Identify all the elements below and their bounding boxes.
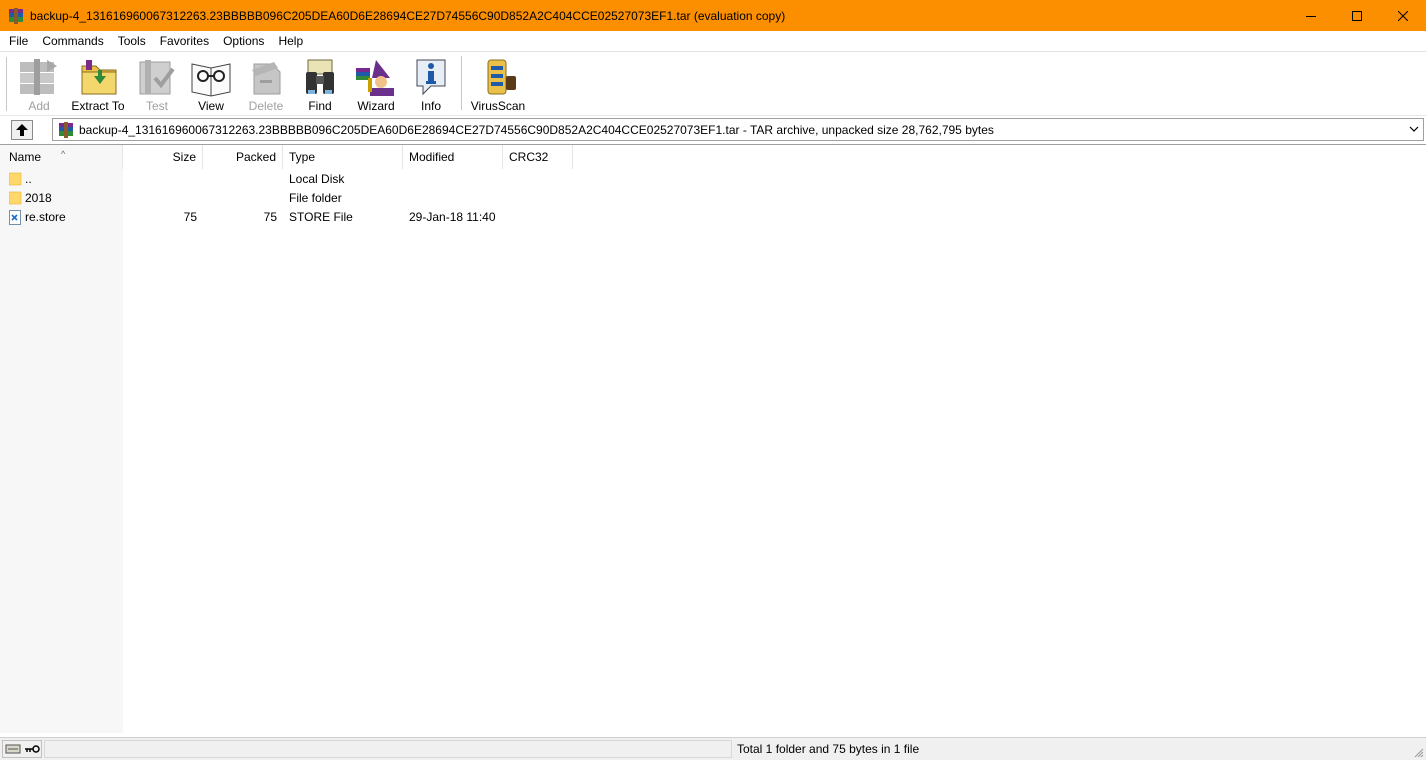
info-button[interactable]: Info <box>408 52 454 114</box>
key-icon[interactable] <box>24 743 40 755</box>
item-modified: 29-Jan-18 11:40 <box>409 210 496 224</box>
chevron-down-icon[interactable] <box>1409 124 1419 134</box>
window-title: backup-4_131616960067312263.23BBBBB096C2… <box>30 8 786 23</box>
wizard-label: Wizard <box>357 99 395 113</box>
item-packed <box>203 170 277 189</box>
column-header-modified[interactable]: Modified <box>403 145 503 169</box>
menu-favorites[interactable]: Favorites <box>153 31 216 51</box>
menu-options[interactable]: Options <box>216 31 271 51</box>
column-header-modified-label: Modified <box>409 150 455 164</box>
minimize-icon <box>1306 15 1316 17</box>
name-column-background <box>0 145 123 733</box>
sort-ascending-icon: ^ <box>61 149 66 159</box>
add-button[interactable]: Add <box>16 52 62 114</box>
column-header-name[interactable]: Name ^ <box>3 145 123 169</box>
column-header-crc32-label: CRC32 <box>509 150 549 164</box>
toolbar-separator <box>461 56 462 110</box>
column-header-size-label: Size <box>172 150 196 164</box>
menu-file[interactable]: File <box>2 31 35 51</box>
minimize-button[interactable] <box>1288 0 1334 31</box>
list-header: Name ^ Size Packed Type Modified CRC32 <box>0 145 1426 169</box>
folder-icon <box>9 191 22 205</box>
info-label: Info <box>420 99 441 113</box>
list-item[interactable]: re.store 75 75 STORE File 29-Jan-18 11:4… <box>0 208 1426 227</box>
column-header-size[interactable]: Size <box>123 145 203 169</box>
item-size <box>123 170 197 189</box>
item-type: Local Disk <box>289 172 345 186</box>
list-item[interactable]: 2018 File folder <box>0 189 1426 208</box>
menu-commands[interactable]: Commands <box>35 31 110 51</box>
extract-to-label: Extract To <box>71 99 125 113</box>
delete-icon <box>244 56 288 98</box>
toolbar: Add Extract To Test View Delete Find Wiz… <box>0 51 1426 115</box>
add-icon <box>17 56 61 98</box>
item-size <box>123 189 197 208</box>
find-icon <box>298 56 342 98</box>
toolbar-grip[interactable] <box>6 57 9 111</box>
resize-grip-icon[interactable] <box>1414 748 1424 758</box>
virusscan-button[interactable]: VirusScan <box>470 52 526 114</box>
file-list[interactable]: Name ^ Size Packed Type Modified CRC32 .… <box>0 144 1426 734</box>
find-label: Find <box>308 99 332 113</box>
column-header-crc32[interactable]: CRC32 <box>503 145 573 169</box>
delete-label: Delete <box>248 99 284 113</box>
status-bar: Total 1 folder and 75 bytes in 1 file <box>0 737 1426 760</box>
delete-button[interactable]: Delete <box>243 52 289 114</box>
find-button[interactable]: Find <box>297 52 343 114</box>
title-bar[interactable]: backup-4_131616960067312263.23BBBBB096C2… <box>0 0 1426 31</box>
test-icon <box>135 56 179 98</box>
item-name: re.store <box>25 210 66 224</box>
add-label: Add <box>28 99 50 113</box>
test-label: Test <box>145 99 168 113</box>
test-button[interactable]: Test <box>134 52 180 114</box>
view-label: View <box>198 99 224 113</box>
close-icon <box>1398 10 1408 21</box>
column-header-type-label: Type <box>289 150 316 164</box>
extract-to-button[interactable]: Extract To <box>70 52 126 114</box>
status-text: Total 1 folder and 75 bytes in 1 file <box>737 742 920 756</box>
item-name: .. <box>25 172 32 186</box>
menu-help[interactable]: Help <box>271 31 310 51</box>
store-file-icon <box>9 210 21 225</box>
view-icon <box>189 56 233 98</box>
archive-path-field[interactable]: backup-4_131616960067312263.23BBBBB096C2… <box>52 118 1424 141</box>
column-header-type[interactable]: Type <box>283 145 403 169</box>
menu-bar: File Commands Tools Favorites Options He… <box>0 31 1426 51</box>
item-type: STORE File <box>289 210 353 224</box>
column-header-name-label: Name <box>9 150 42 164</box>
maximize-button[interactable] <box>1334 0 1380 31</box>
maximize-icon <box>1352 10 1362 21</box>
virusscan-icon <box>478 56 522 98</box>
archive-path-text: backup-4_131616960067312263.23BBBBB096C2… <box>79 122 994 137</box>
archive-icon <box>58 121 74 138</box>
item-packed: 75 <box>263 210 277 224</box>
wizard-icon <box>354 56 398 98</box>
up-one-level-button[interactable] <box>11 120 33 140</box>
up-arrow-icon <box>16 124 28 136</box>
view-button[interactable]: View <box>188 52 234 114</box>
list-item[interactable]: .. Local Disk <box>0 170 1426 189</box>
winrar-books-icon <box>8 7 24 24</box>
info-icon <box>409 56 453 98</box>
item-packed <box>203 189 277 208</box>
address-bar: backup-4_131616960067312263.23BBBBB096C2… <box>0 115 1426 143</box>
status-icons <box>2 740 42 758</box>
item-size: 75 <box>183 210 197 224</box>
extract-to-icon <box>76 56 120 98</box>
status-panel-left <box>44 740 732 758</box>
drive-icon[interactable] <box>5 743 21 755</box>
item-name: 2018 <box>25 191 52 205</box>
menu-tools[interactable]: Tools <box>111 31 153 51</box>
folder-icon <box>9 172 22 186</box>
column-header-packed-label: Packed <box>235 150 276 164</box>
close-button[interactable] <box>1380 0 1426 31</box>
wizard-button[interactable]: Wizard <box>353 52 399 114</box>
column-header-packed[interactable]: Packed <box>203 145 283 169</box>
item-type: File folder <box>289 191 342 205</box>
virusscan-label: VirusScan <box>470 99 526 113</box>
